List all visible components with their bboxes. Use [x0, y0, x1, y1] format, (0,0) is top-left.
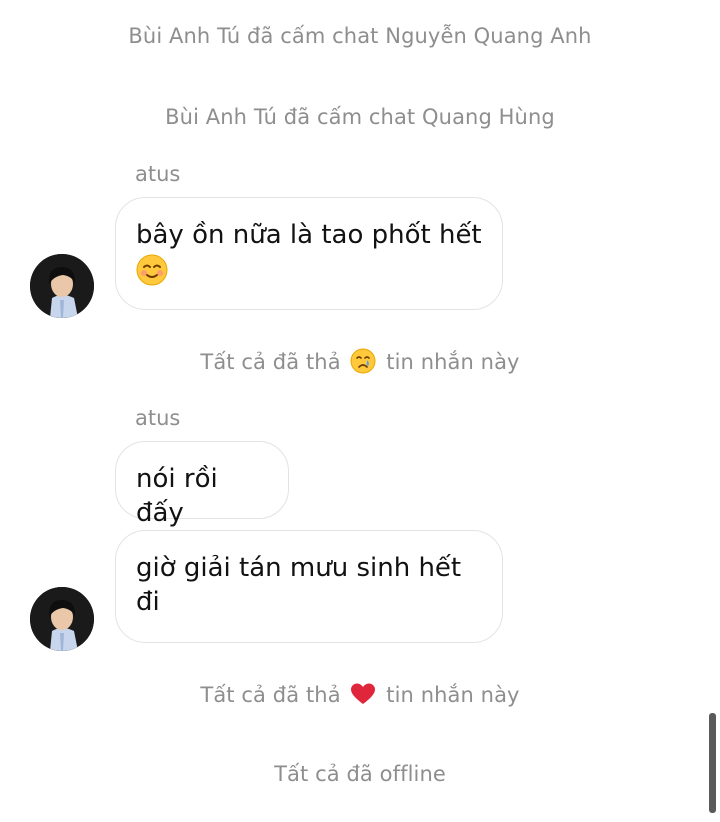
system-message-text: Tất cả đã thả: [200, 683, 341, 707]
system-message-text: Tất cả đã offline: [274, 762, 446, 786]
red-heart-icon: [350, 681, 376, 707]
sender-name: atus: [135, 162, 181, 186]
message-text-line: đi: [136, 587, 160, 617]
system-message-reaction-2: Tất cả đã thả tin nhắn này: [0, 681, 720, 707]
system-message-text: tin nhắn này: [386, 350, 520, 374]
sender-name: atus: [135, 406, 181, 430]
message-bubble[interactable]: giờ giải tán mưu sinh hết đi: [115, 530, 503, 643]
smiling-face-icon: [136, 252, 482, 286]
avatar[interactable]: [30, 587, 94, 651]
system-message-ban-2: Bùi Anh Tú đã cấm chat Quang Hùng: [0, 105, 720, 129]
system-message-text: tin nhắn này: [386, 683, 520, 707]
message-bubble[interactable]: nói rồi đấy: [115, 441, 289, 528]
scrollbar[interactable]: [709, 713, 716, 813]
system-message-ban-1: Bùi Anh Tú đã cấm chat Nguyễn Quang Anh: [0, 24, 720, 48]
message-text-line: nói rồi đấy: [136, 464, 218, 528]
avatar[interactable]: [30, 254, 94, 318]
message-bubble[interactable]: bây ồn nữa là tao phốt hết: [115, 197, 503, 310]
crying-face-icon: [350, 348, 376, 374]
system-message-reaction-1: Tất cả đã thả tin nhắn này: [0, 348, 720, 374]
message-text-line: bây ồn nữa là tao phốt hết: [136, 220, 482, 250]
system-message-text: Bùi Anh Tú đã cấm chat Quang Hùng: [165, 105, 555, 129]
system-message-text: Tất cả đã thả: [200, 350, 341, 374]
system-message-offline: Tất cả đã offline: [0, 762, 720, 786]
system-message-text: Bùi Anh Tú đã cấm chat Nguyễn Quang Anh: [128, 24, 592, 48]
message-text-line: giờ giải tán mưu sinh hết: [136, 553, 462, 583]
